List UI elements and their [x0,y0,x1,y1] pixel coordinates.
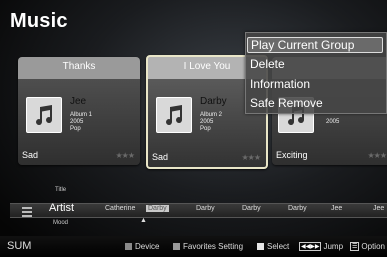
card-rating-stars: ★★★ [241,153,260,162]
select-label: Select [267,242,290,251]
sort-group-label[interactable]: Darby [196,205,215,212]
sort-list-icon [22,207,32,217]
menu-item-play-current-group[interactable]: Play Current Group [247,37,383,53]
white-button-icon [257,243,264,250]
card-meta: 2005 [326,119,339,126]
options-hint[interactable]: ☰ Option [350,242,385,251]
sort-next-option[interactable]: Mood [53,220,68,226]
favorites-label: Favorites Setting [183,242,244,251]
device-hint[interactable]: Device [125,242,159,251]
card-mood: Exciting [276,150,308,160]
card-year: 2005 [70,119,84,125]
card-mood: Sad [22,150,39,160]
context-menu: Play Current Group Delete Information Sa… [245,32,387,114]
music-note-icon [26,97,62,133]
card-year: 2005 [326,119,340,125]
highlight: Darby [146,205,169,212]
card-rating-stars: ★★★ [367,151,386,160]
tools-icon: ☰ [350,242,360,251]
sort-bar: Title Artist Mood Catherine Darby Darby … [0,179,387,231]
sort-group-label[interactable]: Darby [242,205,261,212]
grey-button-icon [125,243,132,250]
device-label: Device [135,242,160,251]
card-rating-stars: ★★★ [115,151,134,160]
card-artist: Jee [70,96,87,107]
menu-item-information[interactable]: Information [250,77,310,91]
position-caret-icon: ▲ [140,217,147,224]
jump-label: Jump [323,242,344,251]
source-label: SUM [7,240,32,252]
sort-group-label[interactable]: Catherine [105,205,135,212]
options-label: Option [361,242,385,251]
music-note-icon [156,97,192,133]
page-title: Music [10,10,68,32]
card-album: Album 2 [200,112,223,118]
sort-group-label-current[interactable]: Darby [146,205,169,212]
grey-button-icon [173,243,180,250]
card-genre: Pop [70,126,81,132]
favorites-hint[interactable]: Favorites Setting [173,242,243,251]
card-year: 2005 [200,119,214,125]
select-hint[interactable]: Select [257,242,289,251]
sort-prev-option[interactable]: Title [55,187,66,193]
music-card-1[interactable]: Thanks Jee Album 1 2005 Pop Sad ★★★ [18,57,140,165]
card-meta: Album 1 2005 Pop [70,112,92,133]
card-meta: Album 2 2005 Pop [200,112,222,133]
card-album: Album 1 [70,112,93,118]
footer-bar: SUM Device Favorites Setting Select ◀◀▶▶… [0,236,387,257]
card-mood: Sad [152,152,169,162]
card-title: Thanks [62,61,96,72]
card-genre: Pop [200,126,211,132]
menu-item-safe-remove[interactable]: Safe Remove [250,96,323,110]
jump-hint[interactable]: ◀◀▶▶ Jump [299,242,343,251]
skip-buttons-icon: ◀◀▶▶ [299,242,322,251]
menu-item-delete[interactable]: Delete [250,57,285,71]
card-artist: Darby [200,96,227,107]
sort-group-label[interactable]: Darby [288,205,307,212]
sort-group-label[interactable]: Jee [331,205,342,212]
sort-group-label[interactable]: Jee [373,205,384,212]
sort-current-option[interactable]: Artist [49,202,74,214]
